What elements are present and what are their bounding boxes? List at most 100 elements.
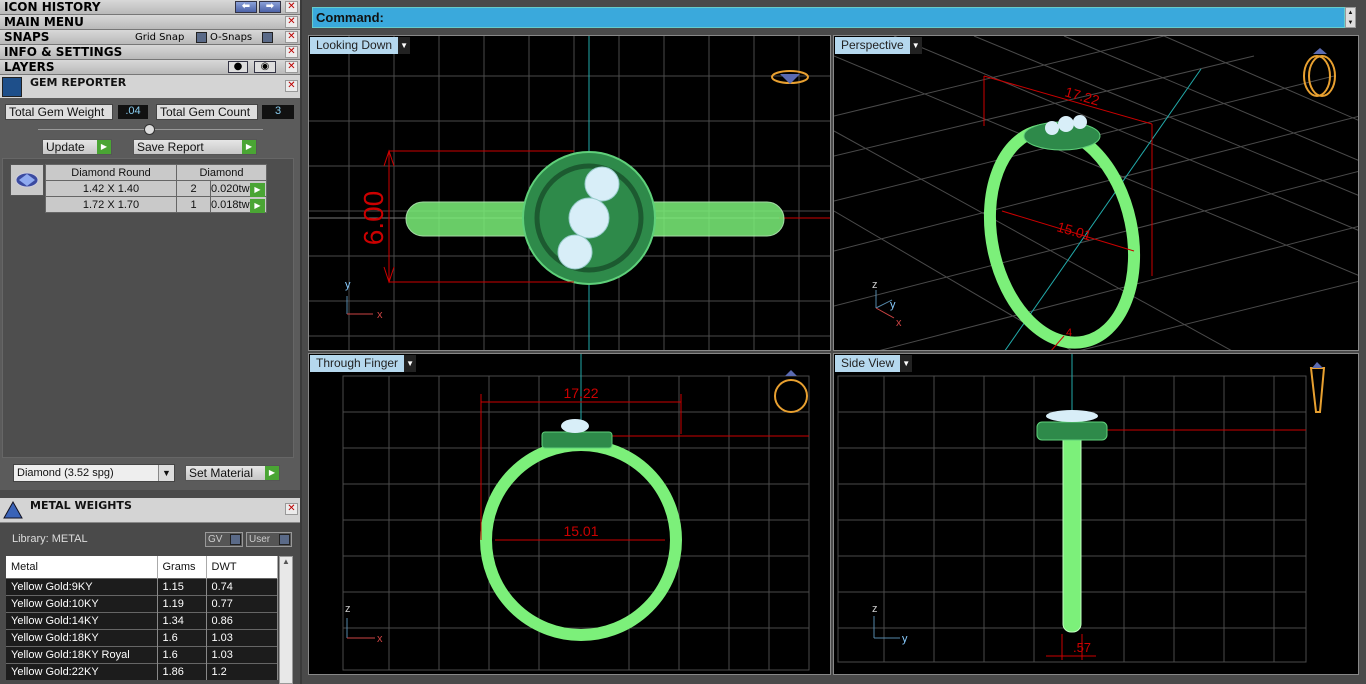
table-row[interactable]: 1.42 X 1.40 2 0.020tw	[45, 180, 267, 197]
viewport-perspective[interactable]: 17.22 15.01 4 zyx Perspective ▼	[833, 35, 1359, 351]
metal-name: Yellow Gold:14KY	[6, 611, 158, 629]
viewport-through-finger[interactable]: 17.22 15.01 zx Through Finger ▼	[308, 353, 831, 675]
back-arrow-icon[interactable]: ⬅	[235, 1, 257, 13]
total-count-value: 3	[262, 105, 294, 119]
hide-icon[interactable]: ●	[228, 61, 248, 73]
table-row[interactable]: 1.72 X 1.70 1 0.018tw	[45, 196, 267, 213]
axis-label: x	[377, 633, 383, 645]
close-icon[interactable]: ✕	[285, 80, 298, 92]
metal-grams: 1.6	[157, 628, 207, 646]
axis-label: x	[377, 309, 383, 321]
metal-scrollbar[interactable]: ▲	[279, 556, 293, 684]
forward-arrow-icon[interactable]: ➡	[259, 1, 281, 13]
ring-bezel	[1036, 421, 1108, 441]
main-menu-header[interactable]: MAIN MENU ✕	[0, 15, 300, 30]
gem-table: Diamond Round Diamond 1.42 X 1.40 2 0.020tw…	[45, 164, 267, 213]
dwt-column-header[interactable]: DWT	[206, 556, 278, 578]
table-row[interactable]: Yellow Gold:14KY 1.34 0.86	[6, 611, 278, 629]
command-label: Command:	[316, 10, 384, 25]
side-view-canvas: .57 z y	[837, 354, 1326, 663]
viewport-label: Looking Down	[316, 38, 393, 52]
gem-stone	[561, 419, 589, 433]
table-row[interactable]: Yellow Gold:18KY Royal 1.6 1.03	[6, 645, 278, 663]
metal-name: Yellow Gold:9KY	[6, 577, 158, 595]
chevron-down-icon: ▼	[404, 355, 417, 372]
close-icon[interactable]: ✕	[285, 46, 298, 58]
play-icon: ▶	[97, 140, 111, 154]
o-snaps-toggle[interactable]	[262, 31, 273, 43]
dimension-label: .57	[1073, 640, 1091, 655]
top-view-canvas: 6.00 yx	[309, 36, 830, 350]
gem-size: 1.72 X 1.70	[45, 196, 177, 213]
close-icon[interactable]: ✕	[285, 61, 298, 73]
close-icon[interactable]: ✕	[285, 503, 298, 515]
axis-label: x	[896, 317, 902, 329]
gem-reporter-icon	[2, 77, 22, 97]
diamond-icon	[10, 164, 44, 196]
dimension-label: 15.01	[563, 523, 598, 539]
layers-header[interactable]: LAYERS ● ◉ ✕	[0, 60, 300, 75]
info-settings-header[interactable]: INFO & SETTINGS ✕	[0, 45, 300, 60]
viewport-looking-down[interactable]: 6.00 yx Looking Down ▼	[308, 35, 831, 351]
metal-grams: 1.15	[157, 577, 207, 595]
metal-dwt: 1.03	[206, 645, 278, 663]
metal-dwt: 1.2	[206, 662, 278, 680]
close-icon[interactable]: ✕	[285, 16, 298, 28]
gem-count: 1	[176, 196, 211, 213]
viewport-label: Side View	[841, 356, 895, 370]
eye-icon[interactable]: ◉	[254, 61, 276, 73]
gv-label: GV	[208, 534, 223, 545]
material-select[interactable]: Diamond (3.52 spg) ▼	[13, 464, 175, 482]
total-count-label: Total Gem Count	[156, 104, 258, 120]
play-icon: ▶	[242, 140, 256, 154]
user-toggle[interactable]: User	[246, 532, 292, 547]
table-row[interactable]: Yellow Gold:10KY 1.19 0.77	[6, 594, 278, 612]
gem-stone	[1046, 410, 1098, 422]
grid	[834, 36, 1358, 350]
metal-grams: 1.86	[157, 662, 207, 680]
play-icon: ▶	[265, 466, 279, 480]
viewport-tab-through-finger[interactable]: Through Finger ▼	[310, 355, 417, 372]
axis-label: z	[345, 603, 351, 615]
close-icon[interactable]: ✕	[285, 1, 298, 13]
axis-label: z	[872, 279, 878, 291]
grid-snap-toggle[interactable]	[196, 31, 207, 43]
snaps-header[interactable]: SNAPS Grid Snap O-Snaps ✕	[0, 30, 300, 45]
icon-history-header[interactable]: ICON HISTORY ⬅ ➡ ✕	[0, 0, 300, 15]
viewport-tab-looking-down[interactable]: Looking Down ▼	[310, 37, 411, 54]
gv-toggle[interactable]: GV	[205, 532, 243, 547]
metal-name: Yellow Gold:18KY	[6, 628, 158, 646]
command-scroll[interactable]: ▲ ▼	[1345, 7, 1356, 28]
table-row[interactable]: Yellow Gold:9KY 1.15 0.74	[6, 577, 278, 595]
axis-label: y	[902, 633, 908, 645]
metal-grams: 1.6	[157, 645, 207, 663]
update-button[interactable]: Update ▶	[42, 139, 112, 155]
library-label: Library: METAL	[12, 533, 88, 545]
command-bar[interactable]: Command:	[312, 7, 1345, 28]
table-row[interactable]: Yellow Gold:22KY 1.86 1.2	[6, 662, 278, 680]
viewport-side-view[interactable]: .57 z y Side View ▼	[833, 353, 1359, 675]
viewport-label: Through Finger	[316, 356, 399, 370]
set-material-button[interactable]: Set Material ▶	[185, 465, 280, 481]
gem-weight: 0.020tw	[211, 182, 250, 195]
gem-thumbnail-icon	[771, 70, 809, 84]
gem-weight: 0.018tw	[211, 198, 250, 211]
save-report-button[interactable]: Save Report ▶	[133, 139, 257, 155]
metal-column-header[interactable]: Metal	[6, 556, 158, 578]
table-row[interactable]: Yellow Gold:18KY 1.6 1.03	[6, 628, 278, 646]
scroll-up-icon[interactable]: ▲	[280, 557, 292, 566]
play-icon[interactable]: ▶	[250, 199, 265, 213]
dimension-label: 6.00	[358, 191, 389, 246]
metal-name: Yellow Gold:18KY Royal	[6, 645, 158, 663]
axis-label: z	[872, 603, 878, 615]
viewport-tab-perspective[interactable]: Perspective ▼	[835, 37, 922, 54]
play-icon[interactable]: ▶	[250, 183, 265, 197]
slider-handle[interactable]	[144, 124, 155, 135]
viewport-label: Perspective	[841, 38, 904, 52]
ring-thumbnail-icon	[1303, 48, 1336, 97]
close-icon[interactable]: ✕	[285, 31, 298, 43]
viewport-tab-side-view[interactable]: Side View ▼	[835, 355, 913, 372]
axis-gizmo: yx	[345, 279, 383, 321]
grams-column-header[interactable]: Grams	[157, 556, 207, 578]
workspace: Command: ▲ ▼ 6.00 yx Looking Down ▼ 17.2…	[302, 0, 1366, 684]
